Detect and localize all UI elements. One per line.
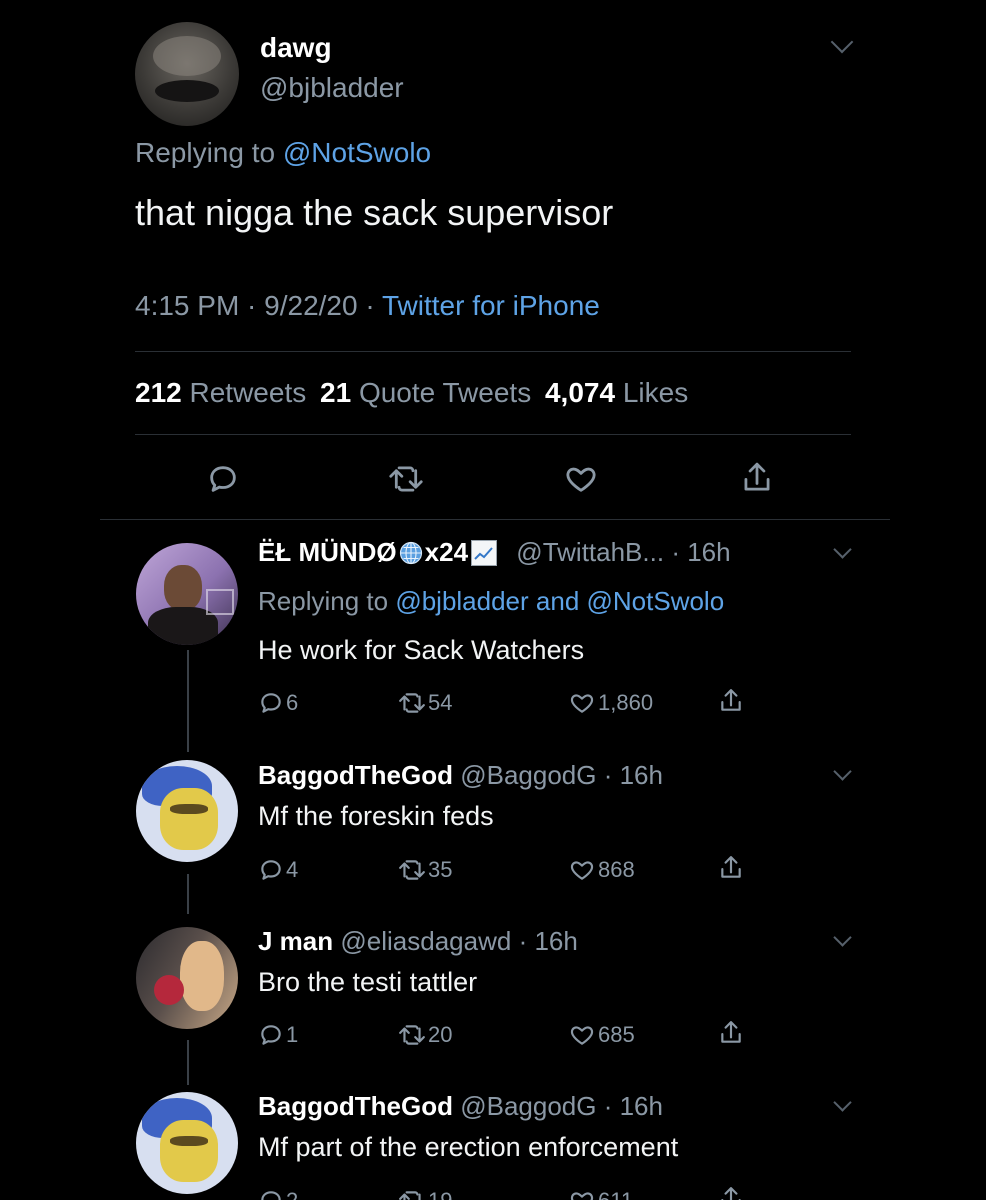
handle[interactable]: @bjbladder — [260, 72, 404, 104]
retweets-stat[interactable]: 212 Retweets — [135, 377, 314, 408]
handle[interactable]: @TwittahB... — [516, 537, 664, 567]
reply-time: · 16h — [603, 1091, 663, 1121]
retweet-count: 54 — [428, 690, 453, 715]
heart-icon[interactable] — [568, 1188, 596, 1200]
heart-icon[interactable] — [563, 462, 599, 496]
share-icon[interactable] — [740, 460, 774, 496]
reply-header: BaggodTheGod @BaggodG · 16h — [258, 1091, 663, 1122]
divider — [135, 434, 851, 435]
reply-icon[interactable] — [258, 1188, 284, 1200]
divider — [135, 351, 851, 352]
reply-actions: 1 20 685 — [258, 1020, 778, 1054]
retweets-label: Retweets — [189, 377, 307, 408]
globe-icon — [399, 541, 423, 565]
replying-to: Replying to @NotSwolo — [135, 137, 431, 169]
handle[interactable]: @BaggodG — [460, 760, 596, 790]
reply-text: Mf the foreskin feds — [258, 801, 494, 831]
share-icon[interactable] — [718, 1186, 744, 1200]
retweet-icon[interactable] — [398, 1022, 426, 1048]
chevron-down-icon[interactable] — [833, 540, 852, 559]
display-name[interactable]: ËŁ MÜNDØ — [258, 537, 397, 567]
reply-text: Bro the testi tattler — [258, 967, 478, 997]
retweet-icon[interactable] — [398, 1188, 426, 1200]
retweets-count: 212 — [135, 377, 182, 408]
avatar[interactable] — [136, 1092, 238, 1194]
chevron-down-icon[interactable] — [833, 928, 852, 947]
quotes-stat[interactable]: 21 Quote Tweets — [320, 377, 539, 408]
replying-to-link[interactable]: @bjbladder and @NotSwolo — [395, 586, 724, 616]
chevron-down-icon[interactable] — [830, 30, 854, 54]
avatar[interactable] — [136, 543, 238, 645]
divider — [100, 519, 890, 520]
reply-icon[interactable] — [206, 462, 240, 496]
replying-prefix: Replying to — [258, 586, 389, 616]
retweet-icon[interactable] — [398, 690, 426, 716]
reply-actions: 2 19 611 — [258, 1186, 778, 1200]
reply-actions: 4 35 868 — [258, 855, 778, 889]
source-link[interactable]: Twitter for iPhone — [382, 290, 600, 321]
retweet-count: 20 — [428, 1022, 453, 1047]
handle[interactable]: @eliasdagawd — [340, 926, 511, 956]
replying-to-link[interactable]: @NotSwolo — [283, 137, 431, 168]
reply-time: · 16h — [603, 760, 663, 790]
display-name[interactable]: BaggodTheGod — [258, 1091, 453, 1121]
display-name[interactable]: BaggodTheGod — [258, 760, 453, 790]
retweet-count: 35 — [428, 857, 453, 882]
like-count: 1,860 — [598, 690, 654, 715]
heart-icon[interactable] — [568, 1022, 596, 1048]
thread-line — [187, 1040, 189, 1085]
heart-icon[interactable] — [568, 690, 596, 716]
likes-label: Likes — [622, 377, 689, 408]
replying-to: Replying to @bjbladder and @NotSwolo — [258, 586, 724, 617]
retweet-count: 19 — [428, 1188, 452, 1200]
display-name[interactable]: dawg — [260, 32, 332, 64]
timestamp: 4:15 PM · 9/22/20 · — [135, 290, 375, 321]
handle[interactable]: @BaggodG — [460, 1091, 596, 1121]
avatar[interactable] — [136, 760, 238, 862]
share-icon[interactable] — [718, 1018, 744, 1048]
chevron-down-icon[interactable] — [833, 1093, 852, 1112]
reply-header: BaggodTheGod @BaggodG · 16h — [258, 760, 663, 791]
retweet-icon[interactable] — [398, 857, 426, 883]
heart-icon[interactable] — [568, 857, 596, 883]
chevron-down-icon[interactable] — [833, 762, 852, 781]
reply-text: He work for Sack Watchers — [258, 635, 585, 665]
reply-icon[interactable] — [258, 690, 284, 716]
share-icon[interactable] — [718, 853, 744, 883]
tweet-meta: 4:15 PM · 9/22/20 · Twitter for iPhone — [135, 290, 600, 322]
chart-icon — [471, 540, 498, 566]
avatar[interactable] — [135, 22, 239, 126]
quotes-label: Quote Tweets — [358, 377, 532, 408]
engagement-stats: 212 Retweets 21 Quote Tweets 4,074 Likes — [135, 377, 688, 409]
reply-time: · 16h — [671, 537, 731, 567]
likes-stat[interactable]: 4,074 Likes — [545, 377, 688, 408]
reply-count: 1 — [286, 1022, 299, 1047]
avatar[interactable] — [136, 927, 238, 1029]
reply-text: Mf part of the erection enforcement — [258, 1132, 679, 1162]
share-icon[interactable] — [718, 686, 744, 716]
reply-header: ËŁ MÜNDØ x24 @TwittahB... · 16h — [258, 537, 731, 568]
retweet-icon[interactable] — [388, 462, 424, 496]
reply-icon[interactable] — [258, 1022, 284, 1048]
replying-prefix: Replying to — [135, 137, 276, 168]
reply-icon[interactable] — [258, 857, 284, 883]
reply-count: 2 — [286, 1188, 298, 1200]
thread-line — [187, 874, 189, 914]
name-suffix: x24 — [424, 537, 469, 567]
reply-time: · 16h — [518, 926, 578, 956]
likes-count: 4,074 — [544, 377, 616, 408]
reply-count: 6 — [286, 690, 299, 715]
reply-header: J man @eliasdagawd · 16h — [258, 926, 578, 957]
tweet-text: that nigga the sack supervisor — [135, 192, 614, 233]
reply-actions: 6 54 1,860 — [258, 688, 778, 722]
like-count: 868 — [598, 857, 635, 882]
quotes-count: 21 — [320, 377, 352, 408]
like-count: 611 — [598, 1188, 633, 1200]
like-count: 685 — [598, 1022, 635, 1047]
display-name[interactable]: J man — [258, 926, 333, 956]
thread-line — [187, 650, 189, 752]
reply-count: 4 — [286, 857, 299, 882]
